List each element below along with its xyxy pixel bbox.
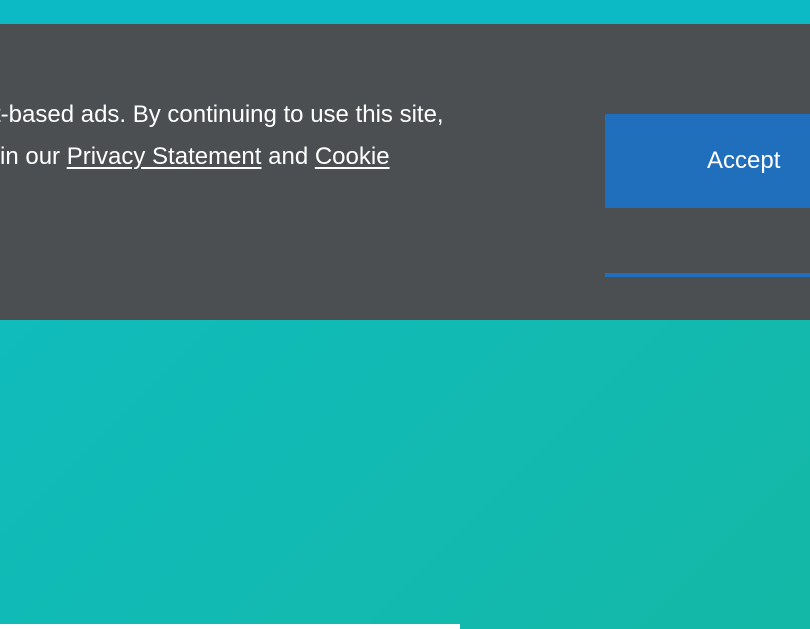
privacy-statement-link[interactable]: Privacy Statement — [67, 143, 262, 170]
cookie-message-line-2: in our Privacy Statement and Cookie — [0, 136, 560, 178]
top-header-strip — [0, 0, 810, 24]
cookie-policy-link[interactable]: Cookie — [315, 143, 390, 170]
cookie-settings-button-underline[interactable] — [605, 273, 810, 277]
content-card-edge — [0, 624, 460, 629]
accept-cookies-button[interactable]: Accept — [605, 114, 810, 208]
cookie-message: t-based ads. By continuing to use this s… — [0, 94, 560, 178]
cookie-consent-banner: t-based ads. By continuing to use this s… — [0, 24, 810, 320]
cookie-message-prefix: in our — [0, 143, 67, 170]
cookie-message-conjunction: and — [261, 143, 315, 170]
cookie-message-line-1: t-based ads. By continuing to use this s… — [0, 101, 444, 128]
